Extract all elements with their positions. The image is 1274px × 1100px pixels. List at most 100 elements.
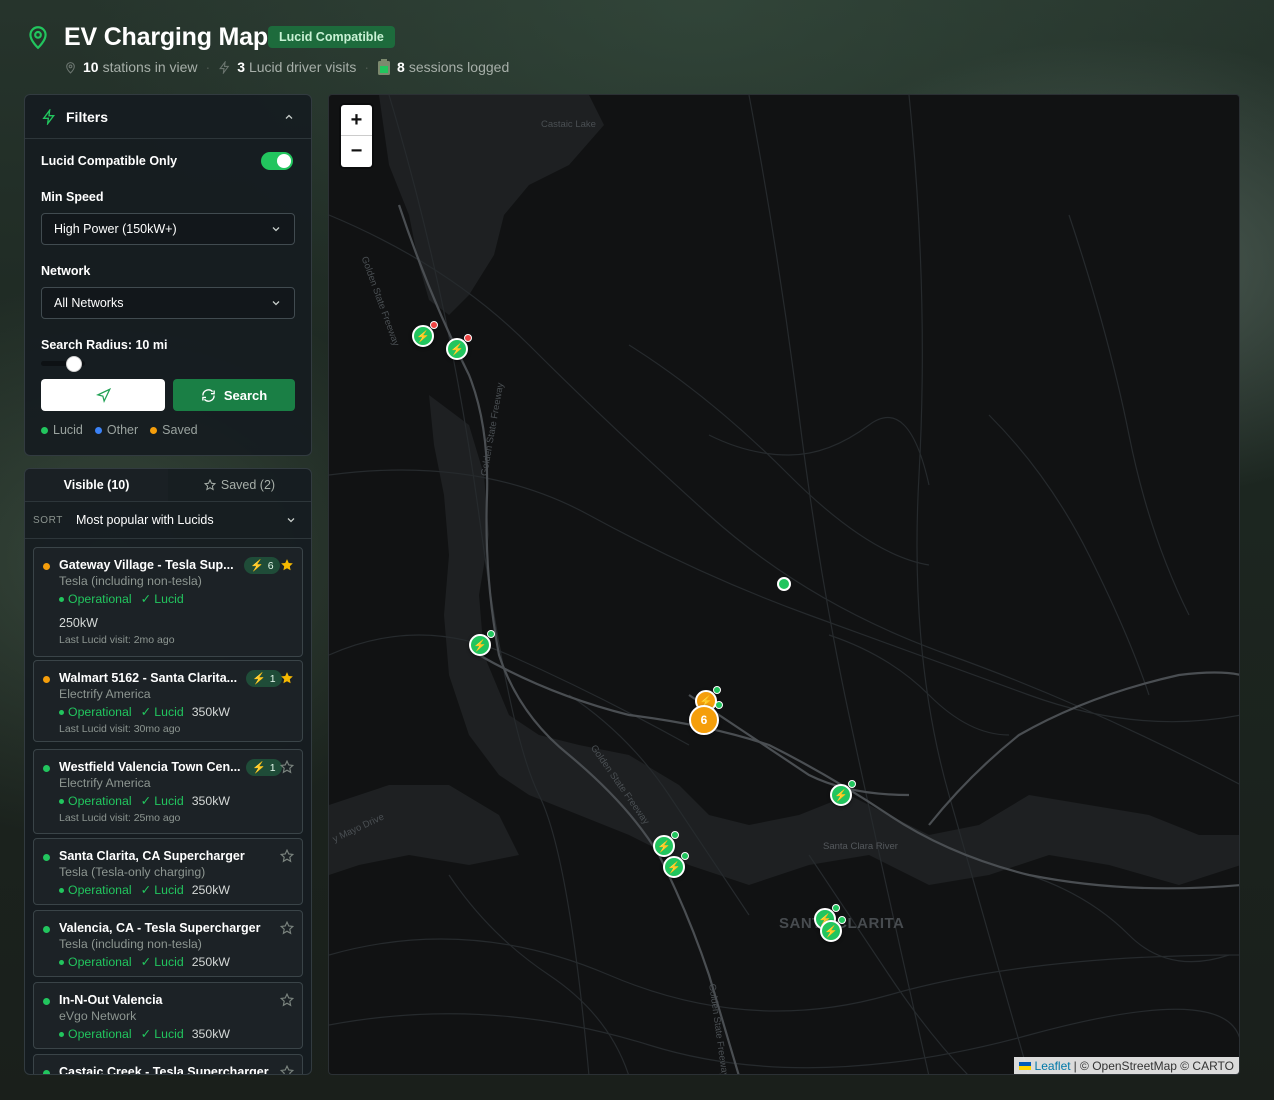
- station-name: Gateway Village - Tesla Sup...: [59, 558, 234, 572]
- station-network: Tesla (Tesla-only charging): [59, 865, 206, 879]
- sort-key-label: SORT: [33, 514, 63, 526]
- station-marker[interactable]: ⚡: [653, 831, 679, 857]
- station-status-row: Operational ✓ Lucid: [59, 592, 184, 606]
- station-card[interactable]: In-N-Out Valencia eVgo Network Operation…: [33, 982, 303, 1049]
- visits-label: Lucid driver visits: [248, 59, 357, 75]
- station-network: Tesla (including non-tesla): [59, 937, 202, 951]
- station-name: Valencia, CA - Tesla Supercharger: [59, 921, 261, 935]
- map-attribution: Leaflet | © OpenStreetMap © CARTO: [1013, 1057, 1239, 1074]
- status-text: Operational: [68, 705, 132, 719]
- star-filled-icon[interactable]: [280, 671, 294, 685]
- min-speed-select[interactable]: High Power (150kW+): [41, 213, 295, 245]
- status-text: Operational: [68, 1027, 132, 1041]
- lucid-dot: [43, 854, 50, 861]
- star-filled-icon[interactable]: [280, 558, 294, 572]
- bolt-icon: ⚡: [250, 560, 264, 572]
- station-card[interactable]: Valencia, CA - Tesla Supercharger Tesla …: [33, 910, 303, 977]
- star-outline-icon[interactable]: [280, 1065, 294, 1075]
- station-status-row: Operational ✓ Lucid 350kW: [59, 794, 230, 808]
- lucid-visits-badge: ⚡ 1: [246, 759, 282, 776]
- chevron-up-icon[interactable]: [283, 111, 295, 123]
- star-outline-icon[interactable]: [280, 993, 294, 1007]
- station-name: Santa Clarita, CA Supercharger: [59, 849, 245, 863]
- tab-saved[interactable]: Saved (2): [168, 469, 311, 501]
- zoom-out-button[interactable]: −: [341, 136, 372, 167]
- station-power: 350kW: [191, 705, 230, 719]
- bolt-icon: ⚡: [252, 673, 266, 685]
- station-card[interactable]: Gateway Village - Tesla Sup... ⚡ 6 Tesla …: [33, 547, 303, 657]
- attribution-text: | © OpenStreetMap © CARTO: [1073, 1058, 1234, 1073]
- battery-icon: [378, 59, 391, 75]
- chevron-down-icon: [272, 227, 280, 232]
- station-card[interactable]: Westfield Valencia Town Cen... ⚡ 1 Electr…: [33, 749, 303, 834]
- ukraine-flag-icon: [1018, 1061, 1031, 1070]
- station-power: 350kW: [191, 1027, 230, 1041]
- network-label: Network: [41, 264, 91, 278]
- refresh-icon: [202, 388, 215, 402]
- lucid-dot: [43, 765, 50, 772]
- status-text: Operational: [68, 883, 132, 897]
- sessions-label: sessions logged: [408, 59, 510, 75]
- station-marker[interactable]: ⚡: [830, 780, 856, 806]
- last-visit: Last Lucid visit: 2mo ago: [59, 634, 175, 646]
- station-network: Electrify America: [59, 776, 151, 790]
- toggle-knob: [277, 154, 291, 168]
- star-outline-icon[interactable]: [280, 921, 294, 935]
- map-pin-logo-icon: [25, 24, 51, 50]
- bolt-icon: [42, 108, 55, 125]
- app-title: EV Charging Map: [64, 23, 268, 51]
- radius-slider-handle[interactable]: [66, 356, 83, 372]
- divider: ·: [364, 59, 370, 75]
- leaflet-link[interactable]: Leaflet: [1035, 1059, 1071, 1073]
- last-visit: Last Lucid visit: 25mo ago: [59, 812, 181, 824]
- lucid-visits-badge: ⚡ 1: [246, 670, 282, 687]
- station-network: eVgo Network: [59, 1009, 137, 1023]
- station-card[interactable]: Santa Clarita, CA Supercharger Tesla (Te…: [33, 838, 303, 905]
- filters-title: Filters: [66, 108, 109, 125]
- network-select[interactable]: All Networks: [41, 287, 295, 319]
- visits-count: 3: [237, 59, 245, 75]
- tab-saved-label: Saved (2): [220, 478, 276, 492]
- map-view[interactable]: + − Castaic Lake Golden State Freeway Go…: [328, 94, 1240, 1075]
- search-button[interactable]: Search: [173, 379, 295, 411]
- lucid-only-toggle[interactable]: [261, 152, 293, 170]
- status-text: Operational: [68, 955, 132, 969]
- lucid-dot: [43, 998, 50, 1005]
- station-status-row: Operational ✓ Lucid 350kW: [59, 1027, 230, 1041]
- station-marker[interactable]: [777, 577, 791, 591]
- saved-dot: [43, 563, 50, 570]
- bolt-icon: ⚡: [252, 762, 266, 774]
- lucid-tag: ✓ Lucid: [140, 705, 184, 719]
- star-outline-icon[interactable]: [280, 760, 294, 774]
- station-marker[interactable]: ⚡: [469, 630, 495, 656]
- map-label: Castaic Lake: [541, 119, 596, 130]
- sort-select[interactable]: SORT Most popular with Lucids: [25, 502, 311, 539]
- cluster-marker[interactable]: 6: [689, 701, 723, 735]
- station-marker[interactable]: ⚡: [663, 852, 689, 878]
- station-marker[interactable]: ⚡: [446, 334, 472, 360]
- station-power: 250kW: [191, 955, 230, 969]
- map-label: Santa Clara River: [823, 841, 898, 852]
- divider: ·: [205, 59, 211, 75]
- chevron-down-icon: [287, 518, 295, 523]
- star-outline-icon[interactable]: [280, 849, 294, 863]
- station-card[interactable]: Walmart 5162 - Santa Clarita... ⚡ 1 Elect…: [33, 660, 303, 742]
- station-card[interactable]: Castaic Creek - Tesla Supercharger: [33, 1054, 303, 1075]
- stations-list-panel: Visible (10) Saved (2) SORT Most popular…: [24, 468, 312, 1075]
- station-marker[interactable]: ⚡: [820, 916, 846, 942]
- zoom-in-button[interactable]: +: [341, 105, 372, 136]
- filters-panel: Filters Lucid Compatible Only Min Speed …: [24, 94, 312, 456]
- tab-visible[interactable]: Visible (10): [25, 469, 168, 501]
- filters-header[interactable]: Filters: [25, 95, 311, 139]
- last-visit: Last Lucid visit: 30mo ago: [59, 723, 181, 735]
- chevron-down-icon: [272, 301, 280, 306]
- lucid-dot: [43, 926, 50, 933]
- lucid-compatible-badge: Lucid Compatible: [268, 26, 395, 48]
- station-marker[interactable]: ⚡: [412, 321, 438, 347]
- station-name: Walmart 5162 - Santa Clarita...: [59, 671, 238, 685]
- lucid-tag: ✓ Lucid: [140, 1027, 184, 1041]
- station-status-row: Operational ✓ Lucid 350kW: [59, 705, 230, 719]
- use-location-button[interactable]: [41, 379, 165, 411]
- star-outline-icon: [203, 479, 216, 491]
- stats-bar: 10 stations in view · 3 Lucid driver visit…: [64, 58, 509, 76]
